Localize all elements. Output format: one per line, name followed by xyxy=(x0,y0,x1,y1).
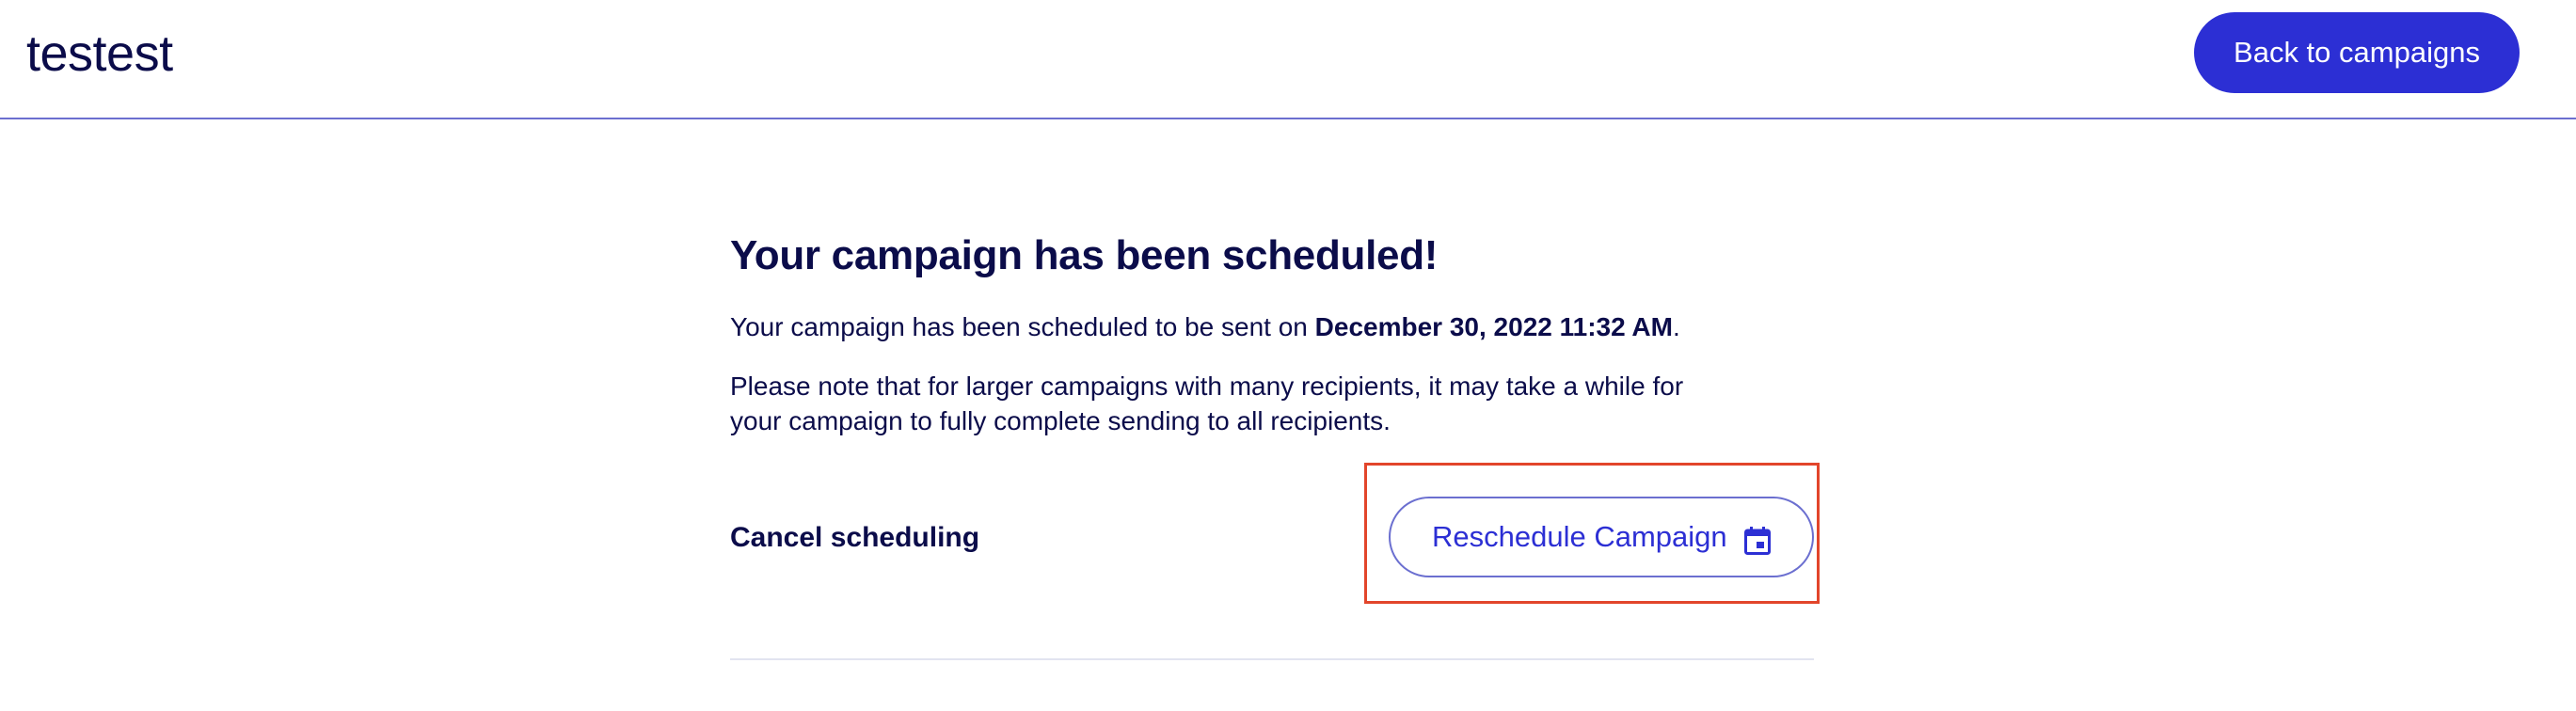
confirmation-panel: Your campaign has been scheduled! Your c… xyxy=(730,226,1814,438)
campaign-title: testest xyxy=(26,25,173,82)
cancel-scheduling-link[interactable]: Cancel scheduling xyxy=(730,519,979,557)
scheduled-datetime: December 30, 2022 11:32 AM xyxy=(1314,312,1673,341)
large-campaign-note: Please note that for larger campaigns wi… xyxy=(730,371,1684,435)
page-heading: Your campaign has been scheduled! xyxy=(730,232,1439,278)
page-header: testest Back to campaigns xyxy=(0,0,2576,119)
reschedule-button-label: Reschedule Campaign xyxy=(1432,520,1727,553)
scheduled-message-suffix: . xyxy=(1672,312,1680,341)
scheduled-message-prefix: Your campaign has been scheduled to be s… xyxy=(730,312,1315,341)
back-to-campaigns-button[interactable]: Back to campaigns xyxy=(2194,12,2520,93)
scheduled-message: Your campaign has been scheduled to be s… xyxy=(730,308,1814,346)
reschedule-campaign-button[interactable]: Reschedule Campaign xyxy=(1389,497,1814,577)
section-divider xyxy=(730,658,1814,660)
calendar-icon xyxy=(1744,527,1771,555)
